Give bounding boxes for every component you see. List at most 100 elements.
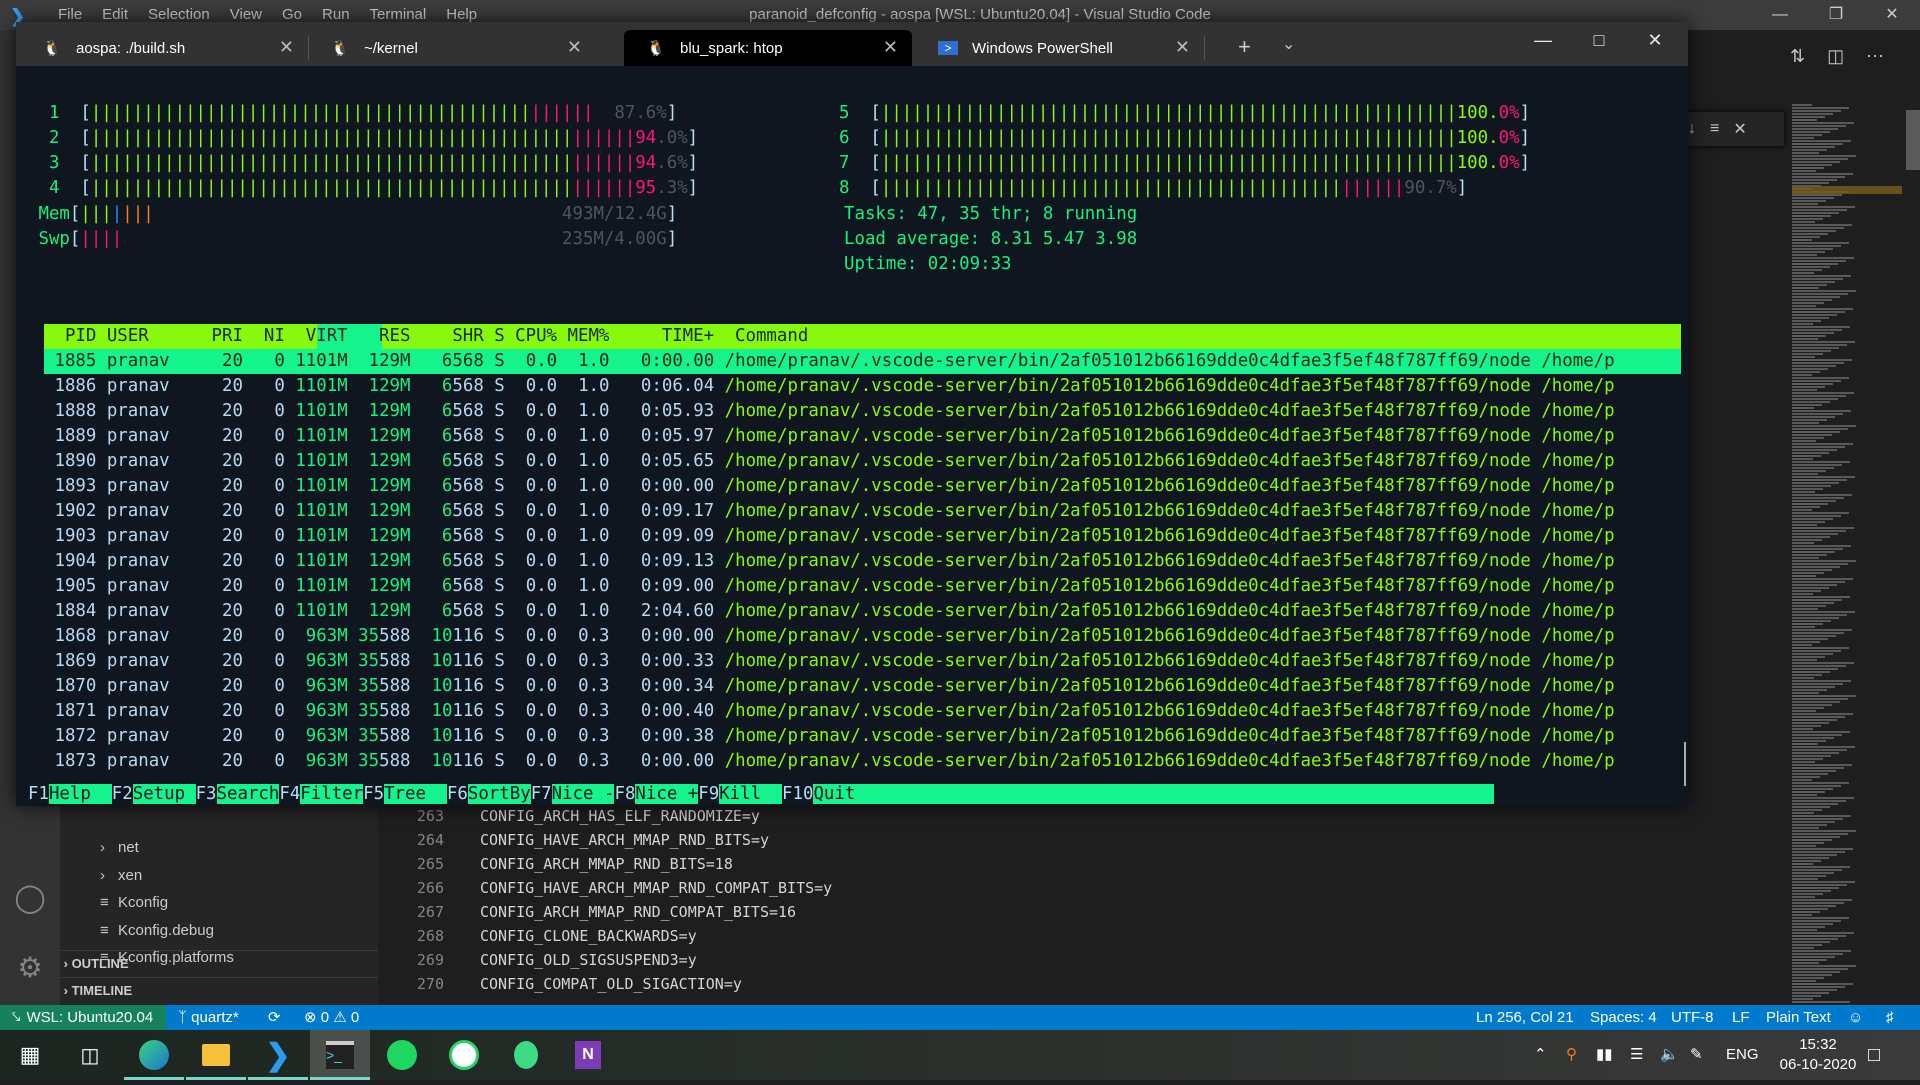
taskbar-vscode[interactable]: ❯ <box>248 1030 308 1080</box>
tab-dropdown-chevron-icon[interactable]: ⌄ <box>1282 34 1295 54</box>
process-row[interactable]: 1893 pranav 20 0 1101M 129M 6568 S 0.0 1… <box>44 474 1614 499</box>
fkey-label[interactable]: Setup <box>132 784 196 804</box>
feedback-icon[interactable]: ☺ <box>1848 1005 1863 1030</box>
process-row[interactable]: 1888 pranav 20 0 1101M 129M 6568 S 0.0 1… <box>44 399 1614 424</box>
clock[interactable]: 15:32 06-10-2020 <box>1770 1030 1866 1085</box>
search-tray-icon[interactable]: ⚲ <box>1566 1030 1577 1080</box>
pen-icon[interactable]: ✎ <box>1690 1030 1703 1080</box>
fkey-f9[interactable]: F9 <box>698 784 719 804</box>
action-center-icon[interactable]: □ <box>1868 1030 1880 1080</box>
fkey-label[interactable]: Nice + <box>635 784 699 804</box>
close-tab-icon[interactable]: ✕ <box>883 37 898 58</box>
close-find-icon[interactable]: ✕ <box>1733 119 1746 139</box>
terminal-tab-aospa[interactable]: 🐧 aospa: ./build.sh ✕ <box>20 30 309 66</box>
process-row[interactable]: 1886 pranav 20 0 1101M 129M 6568 S 0.0 1… <box>44 374 1614 399</box>
open-changes-icon[interactable]: ⇅ <box>1790 46 1805 67</box>
process-row-selected[interactable]: 1885 pranav 20 0 1101M 129M 6568 S 0.0 1… <box>44 349 1614 374</box>
process-row[interactable]: 1870 pranav 20 0 963M 35588 10116 S 0.0 … <box>44 674 1614 699</box>
close-tab-icon[interactable]: ✕ <box>1175 37 1190 58</box>
process-row[interactable]: 1871 pranav 20 0 963M 35588 10116 S 0.0 … <box>44 699 1614 724</box>
problems-indicator[interactable]: ⊗ 0 ⚠ 0 <box>304 1005 359 1030</box>
battery-icon[interactable]: ▮▮ <box>1596 1030 1613 1080</box>
process-row[interactable]: 1868 pranav 20 0 963M 35588 10116 S 0.0 … <box>44 624 1614 649</box>
terminal-tab-htop[interactable]: 🐧 blu_spark: htop ✕ <box>624 30 912 66</box>
more-actions-icon[interactable]: ⋯ <box>1866 46 1884 67</box>
menu-help[interactable]: Help <box>436 6 487 23</box>
menu-go[interactable]: Go <box>272 6 312 23</box>
fkey-label[interactable]: Filter <box>300 784 364 804</box>
split-editor-icon[interactable]: ◫ <box>1827 46 1844 67</box>
process-row[interactable]: 1904 pranav 20 0 1101M 129M 6568 S 0.0 1… <box>44 549 1614 574</box>
menu-view[interactable]: View <box>220 6 272 23</box>
fkey-f5[interactable]: F5 <box>363 784 384 804</box>
fkey-label[interactable]: Nice - <box>551 784 615 804</box>
terminal-scrollbar[interactable] <box>1684 742 1686 786</box>
taskbar-whatsapp[interactable] <box>434 1030 494 1080</box>
fkey-f1[interactable]: F1 <box>28 784 49 804</box>
taskbar-android-studio[interactable] <box>496 1030 556 1080</box>
eol[interactable]: LF <box>1732 1005 1750 1030</box>
terminal-tab-powershell[interactable]: > Windows PowerShell ✕ <box>916 30 1205 66</box>
menu-run[interactable]: Run <box>312 6 360 23</box>
language-mode[interactable]: Plain Text <box>1766 1005 1831 1030</box>
language-indicator[interactable]: ENG <box>1726 1030 1759 1080</box>
remote-indicator[interactable]: ⤥ WSL: Ubuntu20.04 <box>0 1005 166 1030</box>
sync-icon[interactable]: ⟳ <box>268 1005 281 1030</box>
taskbar-file-explorer[interactable] <box>186 1030 246 1080</box>
minimap[interactable] <box>1788 104 1898 1004</box>
fkey-f7[interactable]: F7 <box>531 784 552 804</box>
settings-gear-icon[interactable]: ⚙ <box>12 950 48 986</box>
tree-folder-xen[interactable]: › xen <box>100 864 142 888</box>
menu-edit[interactable]: Edit <box>92 6 138 23</box>
start-button[interactable]: ▦ <box>0 1030 60 1080</box>
fkey-label[interactable]: Tree <box>384 784 447 804</box>
tree-file-kconfig[interactable]: ≡ Kconfig <box>100 891 168 915</box>
menu-terminal[interactable]: Terminal <box>360 6 437 23</box>
tree-folder-net[interactable]: › net <box>100 836 139 860</box>
timeline-section[interactable]: › TIMELINE <box>60 977 378 1004</box>
taskbar-windows-terminal[interactable]: >_ <box>310 1030 370 1080</box>
close-icon[interactable]: ✕ <box>1864 0 1920 30</box>
editor-scrollbar[interactable] <box>1906 110 1920 170</box>
process-row[interactable]: 1869 pranav 20 0 963M 35588 10116 S 0.0 … <box>44 649 1614 674</box>
fkey-f4[interactable]: F4 <box>279 784 300 804</box>
fkey-f3[interactable]: F3 <box>196 784 217 804</box>
find-in-selection-icon[interactable]: ≡ <box>1710 120 1719 138</box>
htop-screen[interactable]: 1 [|||||||||||||||||||||||||||||||||||||… <box>28 66 1681 806</box>
process-row[interactable]: 1905 pranav 20 0 1101M 129M 6568 S 0.0 1… <box>44 574 1614 599</box>
restore-icon[interactable]: ❐ <box>1808 0 1864 30</box>
task-view-button[interactable]: ◫ <box>60 1030 120 1080</box>
fkey-label[interactable]: Search <box>216 784 280 804</box>
process-row[interactable]: 1890 pranav 20 0 1101M 129M 6568 S 0.0 1… <box>44 449 1614 474</box>
fkey-f10[interactable]: F10 <box>782 784 813 804</box>
process-row[interactable]: 1884 pranav 20 0 1101M 129M 6568 S 0.0 1… <box>44 599 1614 624</box>
close-tab-icon[interactable]: ✕ <box>279 37 294 58</box>
fkey-f2[interactable]: F2 <box>112 784 133 804</box>
volume-icon[interactable]: 🔈 <box>1660 1030 1679 1080</box>
encoding[interactable]: UTF-8 <box>1671 1005 1714 1030</box>
fkey-label[interactable]: Kill <box>719 784 783 804</box>
menu-file[interactable]: File <box>48 6 92 23</box>
fkey-label[interactable]: Quit <box>813 784 877 804</box>
fkey-label[interactable]: Help <box>48 784 112 804</box>
terminal-minimize-icon[interactable]: — <box>1518 30 1568 51</box>
taskbar-edge[interactable] <box>124 1030 184 1080</box>
notifications-bell-icon[interactable]: ♯ <box>1886 1005 1894 1030</box>
process-row[interactable]: 1872 pranav 20 0 963M 35588 10116 S 0.0 … <box>44 724 1614 749</box>
process-row[interactable]: 1902 pranav 20 0 1101M 129M 6568 S 0.0 1… <box>44 499 1614 524</box>
new-tab-plus-icon[interactable]: + <box>1238 34 1251 60</box>
taskbar-spotify[interactable] <box>372 1030 432 1080</box>
process-row[interactable]: 1889 pranav 20 0 1101M 129M 6568 S 0.0 1… <box>44 424 1614 449</box>
tree-file-kconfig-debug[interactable]: ≡ Kconfig.debug <box>100 919 214 943</box>
process-row[interactable]: 1903 pranav 20 0 1101M 129M 6568 S 0.0 1… <box>44 524 1614 549</box>
cursor-position[interactable]: Ln 256, Col 21 <box>1476 1005 1574 1030</box>
branch-indicator[interactable]: ᛉ quartz* <box>178 1005 239 1030</box>
fkey-label[interactable]: SortBy <box>467 784 531 804</box>
terminal-close-icon[interactable]: ✕ <box>1630 30 1680 51</box>
terminal-maximize-icon[interactable]: □ <box>1574 30 1624 51</box>
show-hidden-icons[interactable]: ⌃ <box>1534 1030 1547 1080</box>
wifi-icon[interactable]: ☰ <box>1630 1030 1643 1080</box>
close-tab-icon[interactable]: ✕ <box>567 37 582 58</box>
process-row[interactable]: 1873 pranav 20 0 963M 35588 10116 S 0.0 … <box>44 749 1614 774</box>
terminal-tab-kernel[interactable]: 🐧 ~/kernel ✕ <box>308 30 596 66</box>
